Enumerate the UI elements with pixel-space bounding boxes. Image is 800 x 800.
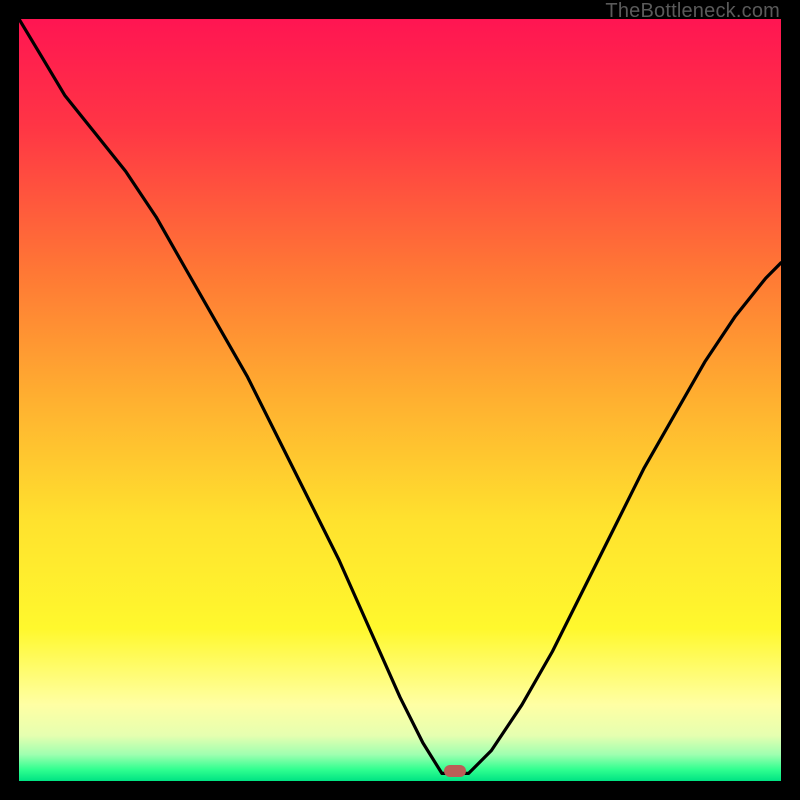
plot-area [19,19,781,781]
heat-gradient [19,19,781,781]
watermark-label: TheBottleneck.com [605,0,780,23]
chart-canvas: TheBottleneck.com [0,0,800,800]
